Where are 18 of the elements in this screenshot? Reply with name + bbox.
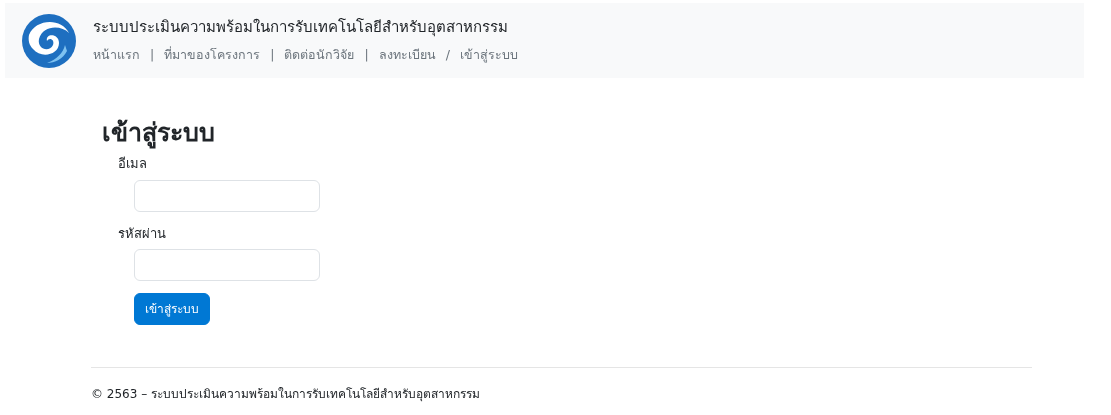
input-field[interactable] (134, 249, 320, 281)
nav-separator: / (445, 46, 450, 65)
logo-icon (21, 12, 77, 69)
nav-link[interactable]: หน้าแรก (93, 46, 140, 66)
nav-link[interactable]: เข้าสู่ระบบ (459, 46, 518, 66)
nav-link[interactable]: ลงทะเบียน (378, 46, 436, 66)
footer-text: © 2563 – ระบบประเมินความพร้อมในการรับเทคโนโลยีสำหรับอุตสาหกรรม (91, 386, 480, 403)
page-heading: เข้าสู่ระบบ (102, 118, 216, 148)
field-label: อีเมล (118, 156, 147, 171)
input-field[interactable] (134, 179, 320, 212)
nav-link[interactable]: ที่มาของโครงการ (164, 46, 261, 66)
nav-separator: | (364, 46, 369, 65)
nav-separator: | (270, 46, 275, 65)
login-button[interactable]: เข้าสู่ระบบ (134, 293, 210, 325)
nav-link[interactable]: ติดต่อนักวิจัย (284, 46, 355, 66)
field-label: รหัสผ่าน (118, 225, 166, 241)
nav-separator: | (150, 46, 155, 65)
site-title: ระบบประเมินความพร้อมในการรับเทคโนโลยีสำหรับอุตสาหกรรม (93, 16, 509, 39)
